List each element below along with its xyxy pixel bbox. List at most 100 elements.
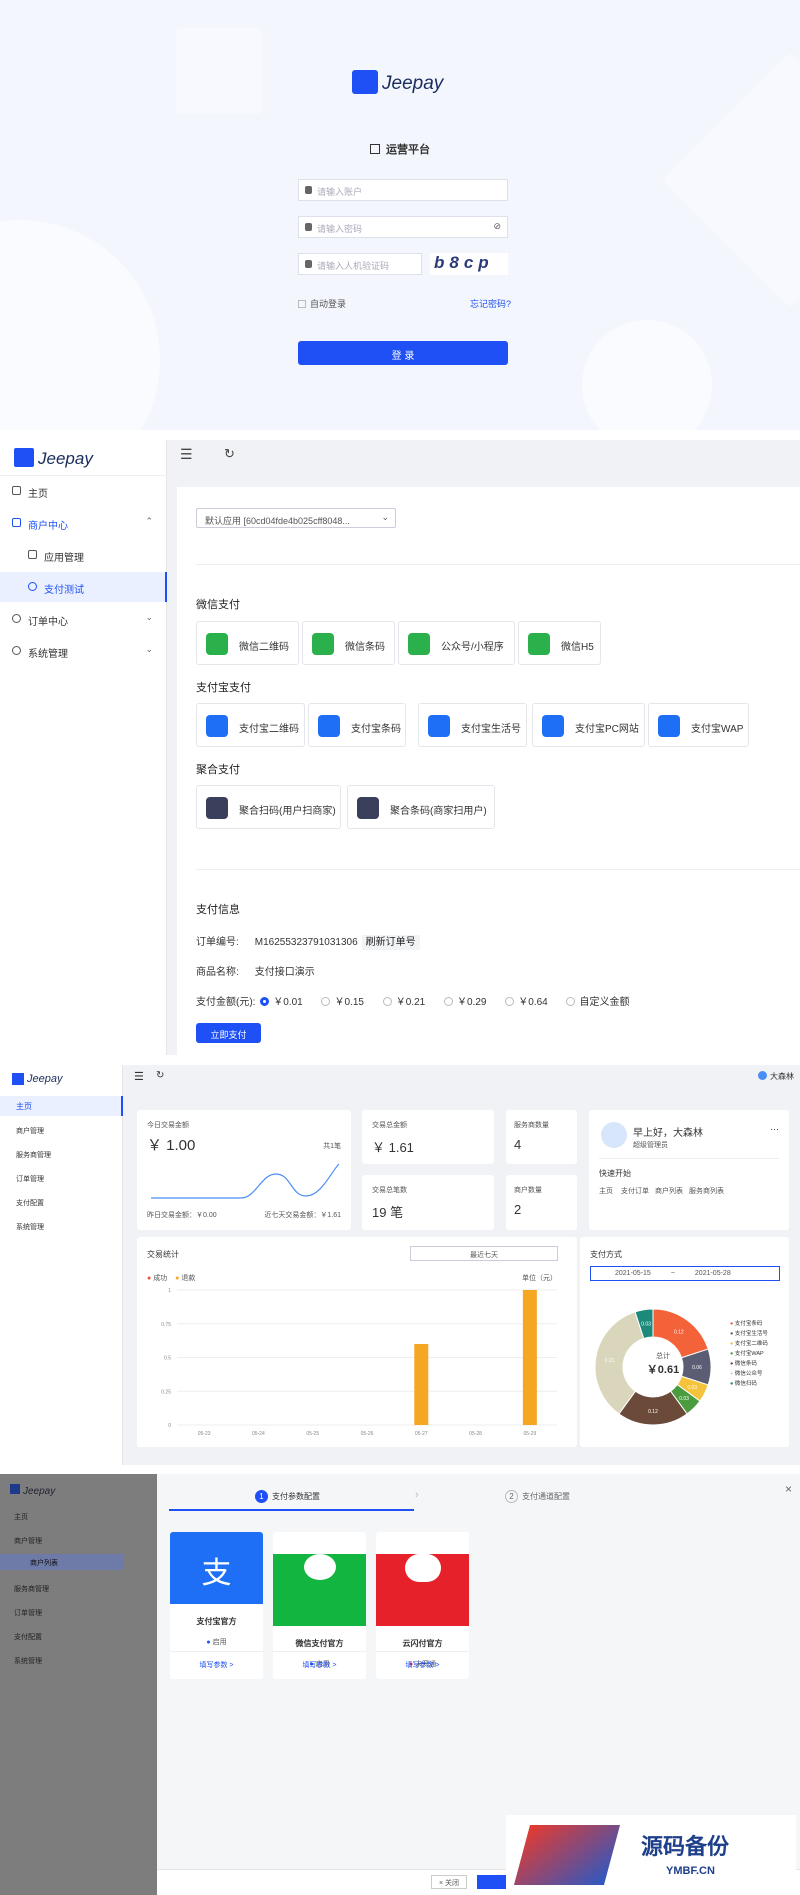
logo-icon — [12, 1073, 24, 1085]
menu-fold-icon[interactable]: ☰ — [134, 1070, 144, 1083]
sidebar-item-apps[interactable]: 应用管理 — [0, 540, 167, 570]
channel-name: 微信支付官方 — [295, 1639, 344, 1648]
range-select[interactable]: 最近七天 — [410, 1246, 558, 1261]
barcode-icon — [357, 797, 379, 819]
sidebar-item-home[interactable]: 主页 — [0, 1096, 123, 1116]
amount-option[interactable]: ￥0.29 — [443, 997, 486, 1008]
sidebar-item-merchants[interactable]: 商户管理 — [14, 1536, 42, 1546]
sidebar-item-orders[interactable]: 订单管理 — [16, 1174, 44, 1184]
username-field[interactable]: 请输入账户 — [298, 179, 508, 201]
amount-option[interactable]: ￥0.01 — [260, 997, 303, 1008]
sidebar-item-merchants[interactable]: 商户管理 — [16, 1126, 44, 1136]
channel-card-wechat[interactable]: 微信支付官方 ● 启用 填写参数 > — [273, 1532, 366, 1679]
pay-wx-h5[interactable]: 微信H5 — [518, 621, 601, 665]
forgot-password-link[interactable]: 忘记密码? — [470, 297, 511, 310]
pay-label: 支付宝WAP — [691, 724, 744, 735]
sidebar-item-system[interactable]: 系统管理 — [16, 1222, 44, 1232]
captcha-field[interactable]: 请输入人机验证码 — [298, 253, 422, 275]
captcha-placeholder: 请输入人机验证码 — [317, 261, 390, 271]
step-1[interactable]: 1 支付参数配置 — [255, 1490, 320, 1503]
refresh-icon[interactable]: ↻ — [224, 446, 235, 462]
date-range-picker[interactable]: 2021-05-15 ~2021-05-28 — [590, 1266, 780, 1281]
gear-icon — [12, 646, 21, 655]
app-select[interactable]: 默认应用 [60cd04fde4b025cff8048... ⌄ — [196, 508, 396, 528]
sidebar-item-isv[interactable]: 服务商管理 — [14, 1584, 49, 1594]
password-placeholder: 请输入密码 — [317, 224, 363, 234]
login-title-text: 运营平台 — [386, 144, 430, 156]
sidebar-item-paytest[interactable]: 支付测试 — [0, 572, 167, 602]
sidebar-item-merchant-list[interactable]: 商户列表 — [0, 1554, 124, 1570]
close-button[interactable]: × 关闭 — [431, 1875, 467, 1889]
pie-legend-item: ● 微信公众号 — [730, 1371, 763, 1377]
sidebar-item-orders[interactable]: 订单中心 ⌄ — [0, 604, 167, 634]
fill-params-link[interactable]: 填写参数 > — [376, 1651, 469, 1670]
sidebar-item-system[interactable]: 系统管理 — [14, 1656, 42, 1666]
refresh-order-button[interactable]: 刷新订单号 — [361, 935, 420, 950]
refresh-icon[interactable]: ↻ — [156, 1070, 164, 1081]
remember-checkbox[interactable]: 自动登录 — [298, 297, 346, 310]
channel-card-alipay[interactable]: 支支付宝官方 ● 启用 填写参数 > — [170, 1532, 263, 1679]
quick-link[interactable]: 支付订单 — [621, 1186, 649, 1196]
barcode-icon — [312, 633, 334, 655]
greeting: 早上好，大森林 — [633, 1128, 703, 1139]
pay-ali-bar[interactable]: 支付宝条码 — [308, 703, 406, 747]
order-number: M16255323791031306 — [254, 937, 358, 948]
next-button[interactable] — [477, 1875, 507, 1889]
close-icon[interactable]: × — [785, 1482, 792, 1496]
quick-link[interactable]: 商户列表 — [655, 1186, 683, 1196]
step-1-label: 支付参数配置 — [272, 1492, 320, 1501]
fill-params-link[interactable]: 填写参数 > — [273, 1651, 366, 1670]
watermark: 源码备份 YMBF.CN — [506, 1815, 796, 1893]
txn-label: 交易总笔数 — [372, 1187, 407, 1194]
amount-value: ￥0.64 — [518, 997, 548, 1008]
avatar — [601, 1122, 627, 1148]
user-menu[interactable]: 大森林 — [758, 1071, 794, 1082]
menu-fold-icon[interactable]: ☰ — [180, 446, 193, 463]
bar — [522, 1290, 537, 1425]
pay-wx-qr[interactable]: 微信二维码 — [196, 621, 299, 665]
sidebar-item-merchant[interactable]: 商户中心 ⌃ — [0, 508, 167, 538]
pay-label: 支付宝PC网站 — [575, 724, 639, 735]
quick-link[interactable]: 主页 — [599, 1186, 613, 1196]
pay-agg-bar[interactable]: 聚合条码(商家扫用户) — [347, 785, 495, 829]
role: 超级管理员 — [633, 1142, 668, 1149]
sidebar-item-home[interactable]: 主页 — [0, 476, 167, 506]
x-tick-label: 05-25 — [306, 1431, 319, 1437]
captcha-image[interactable]: b8cp — [430, 253, 508, 275]
sidebar-item-payconfig[interactable]: 支付配置 — [14, 1632, 42, 1642]
pay-now-button[interactable]: 立即支付 — [196, 1023, 261, 1043]
more-icon[interactable]: ··· — [770, 1124, 779, 1134]
amount-option[interactable]: ￥0.64 — [505, 997, 548, 1008]
eye-off-icon[interactable]: ⊘ — [493, 221, 501, 232]
fill-params-link[interactable]: 填写参数 > — [170, 1651, 263, 1670]
x-tick-label: 05-27 — [415, 1431, 428, 1437]
pay-ali-pc[interactable]: 支付宝PC网站 — [532, 703, 645, 747]
amount-option[interactable]: 自定义金额 — [566, 997, 629, 1008]
login-screen: Jeepay 运营平台 请输入账户 请输入密码 ⊘ 请输入人机验证码 b8cp 自… — [0, 0, 800, 430]
quick-link[interactable]: 服务商列表 — [689, 1186, 724, 1196]
pay-ali-life[interactable]: 支付宝生活号 — [418, 703, 527, 747]
pay-ali-qr[interactable]: 支付宝二维码 — [196, 703, 305, 747]
y-tick-label: 1 — [168, 1288, 171, 1294]
amount-option[interactable]: ￥0.21 — [382, 997, 425, 1008]
sidebar-item-system[interactable]: 系统管理 ⌄ — [0, 636, 167, 666]
pay-wx-jsapi[interactable]: 公众号/小程序 — [398, 621, 515, 665]
amount-option[interactable]: ￥0.15 — [321, 997, 364, 1008]
pie-legend-item: ● 支付宝WAP — [730, 1351, 764, 1357]
pie-slice-label: 0.12 — [674, 1329, 684, 1335]
step-2[interactable]: 2 支付通道配置 — [505, 1490, 570, 1503]
qrcode-icon — [206, 633, 228, 655]
goods-label: 商品名称: — [196, 967, 239, 978]
sidebar-item-isv[interactable]: 服务商管理 — [16, 1150, 51, 1160]
channel-card-unionpay[interactable]: 云闪付官方 ● 未开通 填写参数 > — [376, 1532, 469, 1679]
login-button[interactable]: 登 录 — [298, 341, 508, 365]
pay-agg-qr[interactable]: 聚合扫码(用户扫商家) — [196, 785, 341, 829]
pay-ali-wap[interactable]: 支付宝WAP — [648, 703, 749, 747]
sidebar-item-home[interactable]: 主页 — [14, 1512, 28, 1522]
pay-wx-bar[interactable]: 微信条码 — [302, 621, 395, 665]
sidebar-item-payconfig[interactable]: 支付配置 — [16, 1198, 44, 1208]
alipay-icon: 支 — [170, 1532, 263, 1604]
password-field[interactable]: 请输入密码 ⊘ — [298, 216, 508, 238]
sidebar-item-orders[interactable]: 订单管理 — [14, 1608, 42, 1618]
brand-name: Jeepay — [382, 73, 444, 94]
